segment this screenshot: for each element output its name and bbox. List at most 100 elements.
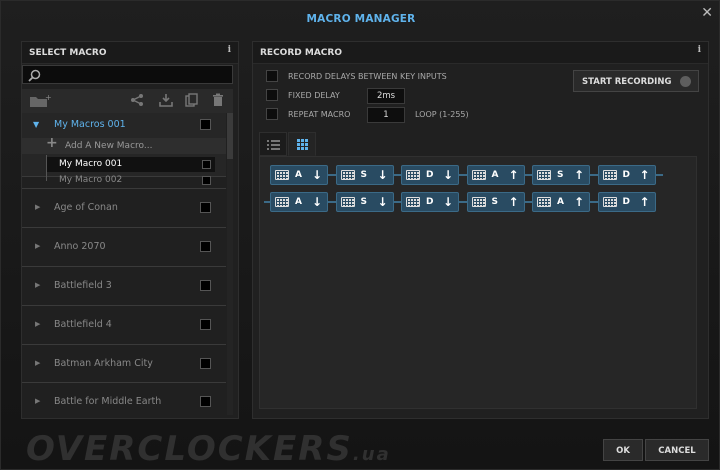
chevron-right-icon[interactable]: ▶ bbox=[35, 203, 40, 211]
key-step-block[interactable]: D ↓ bbox=[401, 192, 459, 212]
ok-button[interactable]: OK bbox=[603, 439, 643, 461]
keyboard-icon bbox=[275, 197, 289, 207]
start-recording-button[interactable]: START RECORDING bbox=[573, 70, 699, 92]
game-label: Battlefield 3 bbox=[54, 279, 112, 291]
info-icon[interactable]: i bbox=[228, 45, 231, 55]
key-step-block[interactable]: A ↓ bbox=[270, 165, 328, 185]
fixed-delay-checkbox[interactable] bbox=[266, 89, 278, 101]
list-scrollbar[interactable] bbox=[227, 113, 233, 415]
key-label: D bbox=[622, 170, 630, 180]
macro-sequence-canvas[interactable]: A ↓ S ↓ D ↓ A ↑ S ↑ D ↑ A ↓ S ↓ D ↓ S ↑ A ↑ D ↑ bbox=[259, 156, 697, 409]
select-macro-header: SELECT MACRO i bbox=[22, 42, 238, 64]
keyboard-icon bbox=[602, 170, 617, 180]
key-down-arrow-icon: ↓ bbox=[443, 168, 454, 182]
macro-item-checkbox[interactable] bbox=[202, 176, 211, 185]
search-input[interactable] bbox=[22, 65, 233, 84]
game-row[interactable]: ▶ Battlefield 4 bbox=[22, 306, 226, 345]
macro-item-selected[interactable]: My Macro 001 bbox=[47, 157, 215, 172]
key-label: A bbox=[491, 170, 499, 180]
key-label: D bbox=[426, 170, 434, 180]
tab-grid-view[interactable] bbox=[288, 132, 316, 156]
macro-item-label: My Macro 001 bbox=[59, 159, 123, 169]
watermark-text: OVERCLOCKERS bbox=[26, 429, 353, 469]
add-macro-label: Add A New Macro... bbox=[65, 141, 153, 151]
game-checkbox[interactable] bbox=[200, 318, 211, 330]
key-label: S bbox=[360, 197, 367, 207]
macro-item[interactable]: My Macro 002 bbox=[47, 173, 215, 188]
key-step-block[interactable]: D ↑ bbox=[597, 165, 656, 185]
group-checkbox[interactable] bbox=[200, 119, 211, 130]
chevron-right-icon[interactable]: ▶ bbox=[35, 242, 40, 250]
repeat-count-input[interactable]: 1 bbox=[367, 107, 405, 123]
game-checkbox[interactable] bbox=[200, 396, 211, 408]
game-checkbox[interactable] bbox=[200, 240, 211, 252]
game-row[interactable]: ▶ Batman Arkham City bbox=[22, 345, 226, 384]
key-label: D bbox=[622, 197, 630, 207]
chevron-right-icon[interactable]: ▶ bbox=[35, 281, 40, 289]
key-step-block[interactable]: S ↑ bbox=[466, 192, 525, 212]
add-folder-icon[interactable]: + bbox=[29, 93, 52, 111]
cancel-button[interactable]: CANCEL bbox=[645, 439, 709, 461]
svg-text:+: + bbox=[45, 94, 51, 102]
chevron-right-icon[interactable]: ▶ bbox=[35, 320, 40, 328]
keyboard-icon bbox=[537, 197, 551, 207]
keyboard-icon bbox=[340, 197, 355, 207]
sequence-connector bbox=[393, 201, 401, 203]
select-macro-title: SELECT MACRO bbox=[29, 48, 107, 58]
game-row[interactable]: ▶ Battle for Middle Earth bbox=[22, 383, 226, 415]
sequence-connector bbox=[590, 174, 598, 176]
add-macro-row[interactable]: + Add A New Macro... bbox=[22, 135, 226, 154]
chevron-right-icon[interactable]: ▶ bbox=[35, 397, 40, 405]
key-step-block[interactable]: D ↓ bbox=[401, 165, 459, 185]
search-icon bbox=[28, 69, 41, 82]
key-up-arrow-icon: ↑ bbox=[639, 168, 650, 182]
key-label: A bbox=[295, 170, 302, 180]
tab-list-view[interactable] bbox=[259, 132, 287, 156]
import-icon[interactable] bbox=[159, 93, 173, 110]
sequence-connector bbox=[328, 201, 336, 203]
chevron-right-icon[interactable]: ▶ bbox=[35, 359, 40, 367]
fixed-delay-input[interactable]: 2ms bbox=[367, 88, 405, 104]
game-checkbox[interactable] bbox=[200, 279, 211, 291]
key-down-arrow-icon: ↓ bbox=[377, 195, 388, 209]
key-up-arrow-icon: ↑ bbox=[639, 195, 650, 209]
keyboard-icon bbox=[537, 170, 551, 180]
game-row[interactable]: ▶ Age of Conan bbox=[22, 189, 226, 228]
game-row[interactable]: ▶ Anno 2070 bbox=[22, 228, 226, 267]
sequence-connector bbox=[459, 174, 467, 176]
scrollbar-thumb[interactable] bbox=[227, 113, 233, 159]
key-down-arrow-icon: ↓ bbox=[312, 168, 323, 182]
record-delays-label: RECORD DELAYS BETWEEN KEY INPUTS bbox=[288, 72, 447, 81]
game-checkbox[interactable] bbox=[200, 357, 211, 369]
window-title: MACRO MANAGER bbox=[306, 13, 416, 25]
info-icon[interactable]: i bbox=[698, 45, 701, 55]
key-step-block[interactable]: D ↑ bbox=[597, 192, 656, 212]
key-up-arrow-icon: ↑ bbox=[574, 168, 585, 182]
watermark-suffix: .ua bbox=[352, 444, 391, 465]
key-step-block[interactable]: S ↓ bbox=[335, 192, 394, 212]
group-label: My Macros 001 bbox=[54, 119, 126, 130]
key-step-block[interactable]: S ↑ bbox=[532, 165, 590, 185]
key-step-block[interactable]: S ↓ bbox=[335, 165, 394, 185]
view-tabs bbox=[259, 132, 317, 156]
share-icon[interactable] bbox=[130, 93, 144, 110]
key-up-arrow-icon: ↑ bbox=[574, 195, 585, 209]
game-row[interactable]: ▶ Battlefield 3 bbox=[22, 267, 226, 306]
list-view-icon bbox=[267, 140, 280, 150]
close-icon[interactable]: ✕ bbox=[701, 5, 713, 21]
copy-icon[interactable] bbox=[185, 93, 199, 110]
key-up-arrow-icon: ↑ bbox=[508, 168, 519, 182]
repeat-macro-checkbox[interactable] bbox=[266, 108, 278, 120]
key-step-block[interactable]: A ↑ bbox=[532, 192, 590, 212]
key-step-block[interactable]: A ↑ bbox=[466, 165, 525, 185]
macro-toolbar: + bbox=[22, 89, 233, 113]
delete-icon[interactable] bbox=[211, 93, 225, 110]
record-delays-checkbox[interactable] bbox=[266, 70, 278, 82]
key-step-block[interactable]: A ↓ bbox=[270, 192, 328, 212]
keyboard-icon bbox=[406, 197, 420, 207]
macro-item-checkbox[interactable] bbox=[202, 160, 211, 169]
record-macro-header: RECORD MACRO i bbox=[253, 42, 708, 64]
chevron-down-icon[interactable]: ▼ bbox=[33, 120, 39, 129]
sequence-connector bbox=[328, 174, 336, 176]
game-checkbox[interactable] bbox=[200, 202, 211, 213]
